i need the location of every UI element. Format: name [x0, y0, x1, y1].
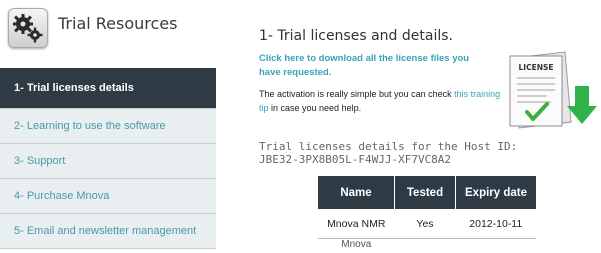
column-header-name: Name [318, 176, 395, 209]
sidebar-item-learning[interactable]: 2- Learning to use the software [0, 109, 216, 144]
page-title: Trial Resources [58, 14, 178, 33]
section-title: 1- Trial licenses and details. [259, 28, 453, 44]
gears-icon [8, 8, 48, 48]
column-header-tested: Tested [395, 176, 456, 209]
sidebar-nav: 1- Trial licenses details 2- Learning to… [0, 68, 216, 249]
sidebar-item-support[interactable]: 3- Support [0, 144, 216, 179]
license-download-icon: LICENSE [507, 48, 599, 138]
table-cell [456, 239, 537, 253]
note-suffix: in case you need help. [269, 103, 362, 113]
table-cell: 2012-10-11 [456, 209, 537, 239]
table-cell [395, 239, 456, 253]
table-header-row: Name Tested Expiry date [318, 176, 536, 209]
activation-note: The activation is really simple but you … [259, 87, 504, 115]
main-content: 1- Trial licenses and details. Click her… [259, 0, 601, 245]
sidebar-item-email-newsletter[interactable]: 5- Email and newsletter management [0, 214, 216, 249]
host-id-value: JBE32-3PX8B05L-F4WJJ-XF7VC8A2 [259, 153, 517, 166]
note-prefix: The activation is really simple but you … [259, 89, 454, 99]
sidebar-item-trial-licenses[interactable]: 1- Trial licenses details [0, 68, 216, 109]
host-id-caption: Trial licenses details for the Host ID: [259, 140, 517, 153]
table-cell: Yes [395, 209, 456, 239]
licenses-table: Name Tested Expiry date Mnova NMR Yes 20… [318, 176, 536, 253]
table-row: Mnova NMR Yes 2012-10-11 [318, 209, 536, 239]
table-row: Mnova [318, 239, 536, 253]
table-cell: Mnova NMR [318, 209, 395, 239]
license-label: LICENSE [519, 63, 554, 72]
host-id-label: Trial licenses details for the Host ID: … [259, 140, 517, 166]
column-header-expiry: Expiry date [456, 176, 537, 209]
table-cell: Mnova [318, 239, 395, 253]
sidebar-item-purchase[interactable]: 4- Purchase Mnova [0, 179, 216, 214]
sidebar: Trial Resources 1- Trial licenses detail… [0, 0, 216, 245]
download-licenses-link[interactable]: Click here to download all the license f… [259, 52, 489, 80]
